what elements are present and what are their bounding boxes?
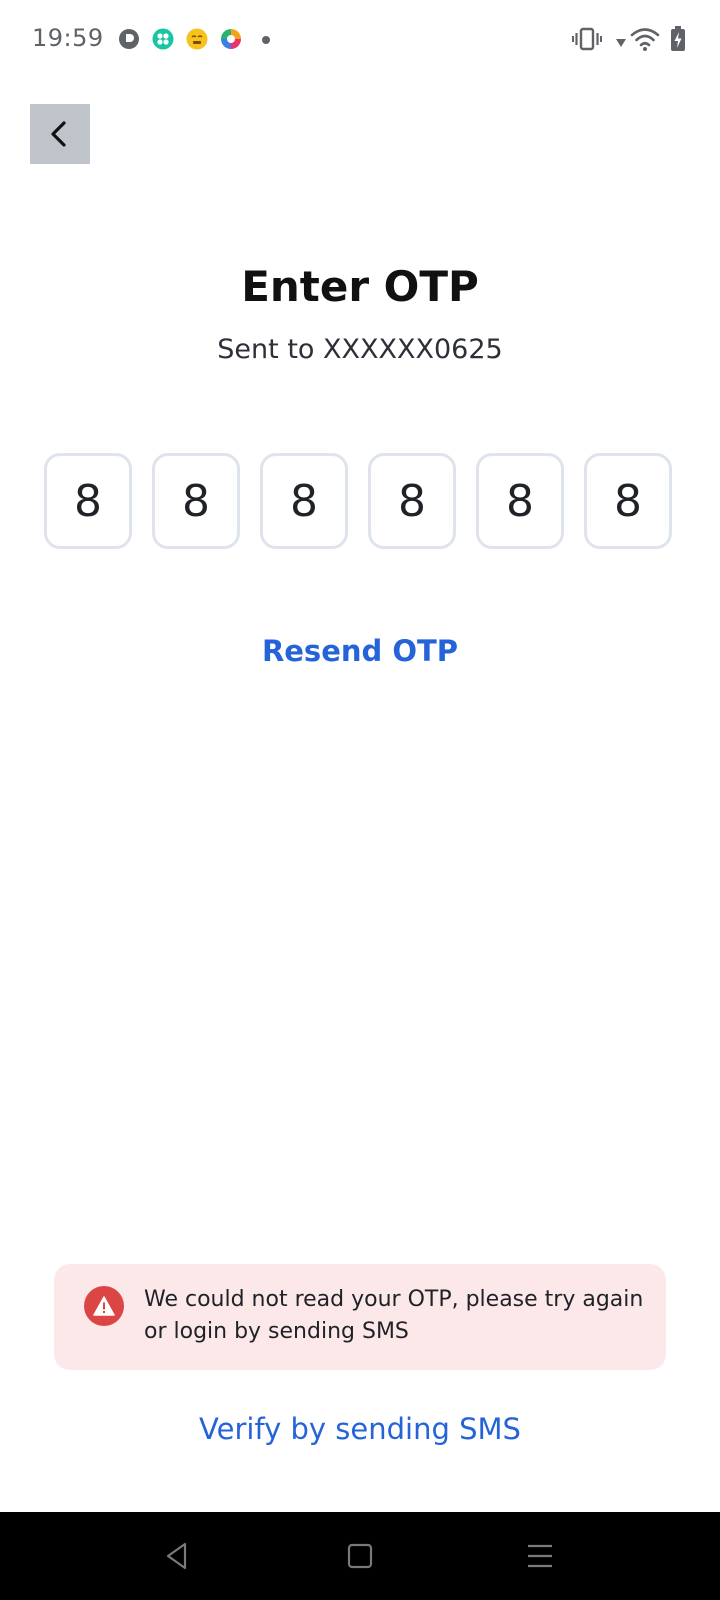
podcast-app-icon: [118, 28, 140, 50]
error-banner: We could not read your OTP, please try a…: [54, 1264, 666, 1370]
wifi-icon: [630, 26, 660, 57]
otp-digit-2[interactable]: 8: [152, 453, 240, 549]
error-message: We could not read your OTP, please try a…: [144, 1287, 644, 1344]
otp-digit-5[interactable]: 8: [476, 453, 564, 549]
home-square-icon[interactable]: [340, 1536, 380, 1576]
vibrate-icon: [572, 26, 602, 57]
photos-app-icon: [220, 28, 242, 50]
resend-otp-link[interactable]: Resend OTP: [0, 634, 720, 668]
battery-charging-icon: [670, 26, 686, 57]
otp-digit-3[interactable]: 8: [260, 453, 348, 549]
warning-icon: [84, 1286, 124, 1326]
back-button[interactable]: [30, 104, 90, 164]
verify-by-sms-link[interactable]: Verify by sending SMS: [0, 1412, 720, 1446]
chevron-left-icon: [51, 121, 66, 147]
page-title: Enter OTP: [241, 262, 479, 311]
otp-digit-1[interactable]: 8: [44, 453, 132, 549]
signal-arrow-icon: [615, 36, 627, 54]
back-triangle-icon[interactable]: [158, 1536, 198, 1576]
system-nav-bar: [0, 1512, 720, 1600]
emoji-app-icon: [186, 28, 208, 50]
status-time: 19:59: [32, 24, 104, 52]
status-bar: 19:59: [0, 0, 720, 80]
grid-app-icon: [152, 28, 174, 50]
otp-digit-4[interactable]: 8: [368, 453, 456, 549]
otp-digit-6[interactable]: 8: [584, 453, 672, 549]
otp-sent-to-text: Sent to XXXXXX0625: [217, 334, 503, 365]
otp-input-group: 8 8 8 8 8 8: [44, 453, 676, 553]
more-dot-icon: [262, 36, 270, 44]
menu-lines-icon[interactable]: [520, 1536, 560, 1576]
